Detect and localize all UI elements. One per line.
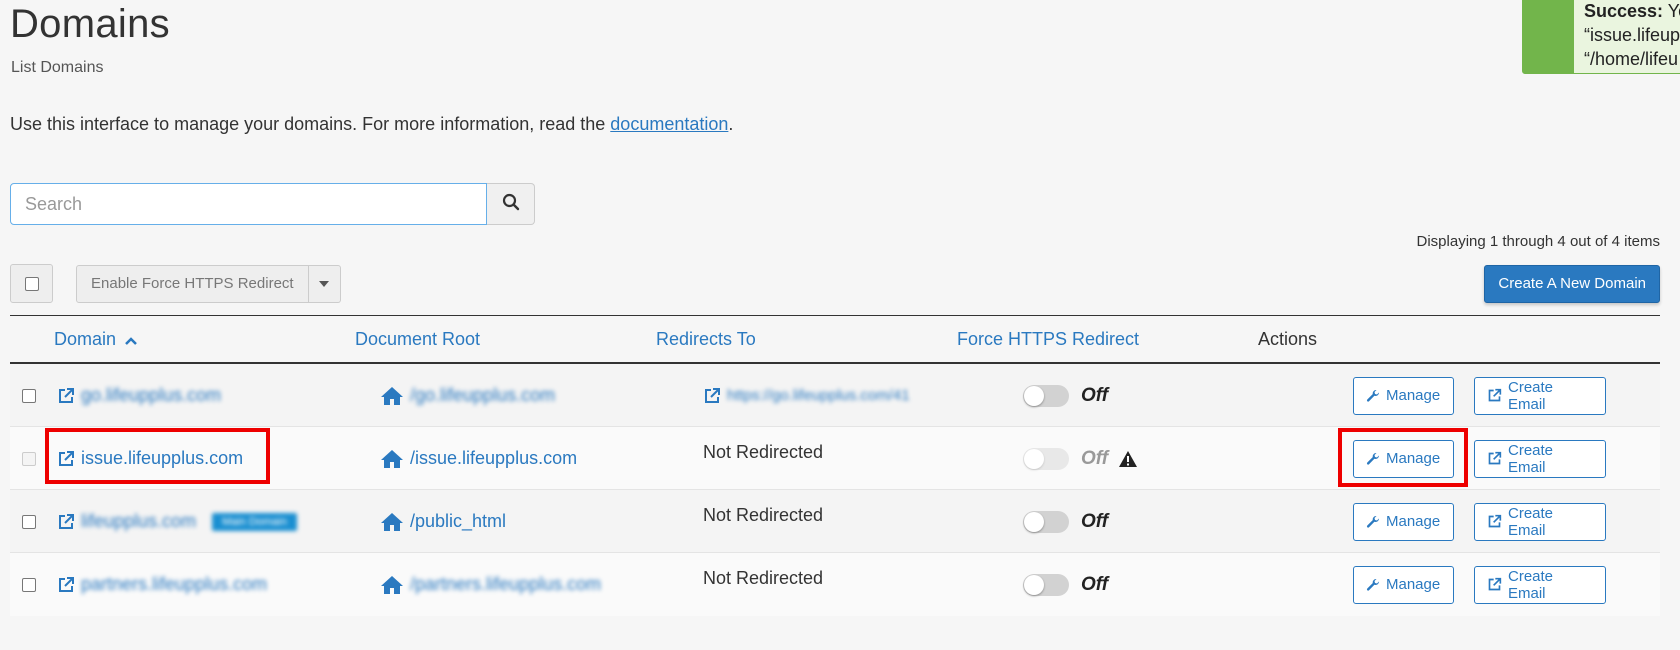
check-circle-icon xyxy=(1533,0,1561,26)
documentation-link[interactable]: documentation xyxy=(610,114,728,134)
search-icon xyxy=(502,193,520,216)
search-input[interactable] xyxy=(10,183,488,225)
table-row: go.lifeupplus.com /go.lifeupplus.com htt… xyxy=(10,364,1660,427)
document-root-link[interactable]: /public_html xyxy=(410,511,506,532)
create-domain-button[interactable]: Create A New Domain xyxy=(1484,265,1660,303)
enable-force-https-button[interactable]: Enable Force HTTPS Redirect xyxy=(76,265,309,303)
sort-ascending-icon xyxy=(124,330,138,351)
force-https-toggle[interactable] xyxy=(1023,573,1069,596)
create-email-label: Create Email xyxy=(1508,378,1554,413)
select-all-checkbox[interactable] xyxy=(24,276,39,291)
external-link-icon xyxy=(57,576,75,594)
domains-page: Domains List Domains Use this interface … xyxy=(0,0,1680,650)
table-row: lifeupplus.com Main Domain /public_html … xyxy=(10,490,1660,553)
https-state-label: Off xyxy=(1081,384,1109,406)
wrench-icon xyxy=(1366,578,1380,592)
external-link-icon xyxy=(1487,388,1502,403)
external-link-icon xyxy=(57,513,75,531)
intro-period: . xyxy=(728,114,734,134)
wrench-icon xyxy=(1366,389,1380,403)
row-checkbox[interactable] xyxy=(22,388,36,403)
document-root-link[interactable]: /go.lifeupplus.com xyxy=(410,385,555,406)
force-https-toggle[interactable] xyxy=(1023,510,1069,533)
redirect-link[interactable]: https://go.lifeupplus.com/41 xyxy=(727,387,910,404)
bulk-action-dropdown-toggle[interactable] xyxy=(308,265,341,303)
row-checkbox[interactable] xyxy=(22,577,36,592)
row-checkbox[interactable] xyxy=(22,451,36,466)
manage-label: Manage xyxy=(1386,387,1441,404)
wrench-icon xyxy=(1366,515,1380,529)
https-state-label: Off xyxy=(1081,510,1109,532)
redirect-status: Not Redirected xyxy=(703,505,824,525)
search-bar xyxy=(10,183,535,225)
domain-link[interactable]: go.lifeupplus.com xyxy=(81,385,221,406)
manage-label: Manage xyxy=(1386,513,1441,530)
redirect-status: Not Redirected xyxy=(703,568,824,588)
toast-line2: “issue.lifeup xyxy=(1584,25,1680,45)
chevron-down-icon xyxy=(319,281,330,287)
highlight-domain-annotation xyxy=(45,428,270,484)
success-toast: Success: Yo “issue.lifeup “/home/lifeu xyxy=(1522,0,1680,74)
home-icon xyxy=(380,512,404,532)
table-row: partners.lifeupplus.com /partners.lifeup… xyxy=(10,553,1660,616)
external-link-icon xyxy=(1487,451,1502,466)
home-icon xyxy=(380,575,404,595)
force-https-toggle[interactable] xyxy=(1023,447,1069,470)
toast-line3: “/home/lifeu xyxy=(1584,49,1679,69)
https-state-label: Off xyxy=(1081,573,1109,595)
https-state-label: Off xyxy=(1081,447,1109,469)
pagination-summary: Displaying 1 through 4 out of 4 items xyxy=(1416,233,1660,250)
header-domain[interactable]: Domain xyxy=(54,329,138,351)
create-email-label: Create Email xyxy=(1508,567,1554,602)
header-redirects-to[interactable]: Redirects To xyxy=(656,329,756,350)
manage-label: Manage xyxy=(1386,576,1441,593)
create-email-label: Create Email xyxy=(1508,504,1554,539)
manage-button[interactable]: Manage xyxy=(1353,376,1454,415)
create-email-button[interactable]: Create Email xyxy=(1474,439,1606,478)
create-email-button[interactable]: Create Email xyxy=(1474,565,1606,604)
external-link-icon xyxy=(1487,514,1502,529)
external-link-icon xyxy=(57,387,75,405)
intro-text: Use this interface to manage your domain… xyxy=(10,114,733,135)
row-checkbox[interactable] xyxy=(22,514,36,529)
domain-link[interactable]: lifeupplus.com xyxy=(81,511,196,532)
home-icon xyxy=(380,449,404,469)
document-root-link[interactable]: /partners.lifeupplus.com xyxy=(410,574,601,595)
warning-icon[interactable] xyxy=(1118,450,1138,468)
bulk-action-group: Enable Force HTTPS Redirect xyxy=(76,265,341,303)
manage-button[interactable]: Manage xyxy=(1353,565,1454,604)
create-email-button[interactable]: Create Email xyxy=(1474,376,1606,415)
external-link-icon xyxy=(1487,577,1502,592)
page-subtitle: List Domains xyxy=(11,59,104,76)
create-email-label: Create Email xyxy=(1508,441,1554,476)
toast-line1: Yo xyxy=(1667,1,1680,21)
force-https-toggle[interactable] xyxy=(1023,384,1069,407)
document-root-link[interactable]: /issue.lifeupplus.com xyxy=(410,448,577,469)
header-actions: Actions xyxy=(1258,329,1318,349)
intro-sentence: Use this interface to manage your domain… xyxy=(10,114,611,134)
toast-title: Success: xyxy=(1584,1,1664,21)
home-icon xyxy=(380,386,404,406)
header-force-https[interactable]: Force HTTPS Redirect xyxy=(957,329,1139,350)
select-all-checkbox-wrapper[interactable] xyxy=(10,264,53,303)
highlight-manage-annotation xyxy=(1338,428,1468,487)
main-domain-badge: Main Domain xyxy=(212,512,297,531)
table-header: Domain Document Root Redirects To Force … xyxy=(10,316,1660,364)
create-email-button[interactable]: Create Email xyxy=(1474,502,1606,541)
header-domain-label: Domain xyxy=(54,329,117,349)
external-link-icon xyxy=(703,387,721,405)
manage-button[interactable]: Manage xyxy=(1353,502,1454,541)
search-button[interactable] xyxy=(487,183,535,225)
domain-link[interactable]: partners.lifeupplus.com xyxy=(81,574,267,595)
redirect-status: Not Redirected xyxy=(703,442,824,462)
page-title: Domains xyxy=(10,2,170,46)
header-document-root[interactable]: Document Root xyxy=(355,329,480,350)
